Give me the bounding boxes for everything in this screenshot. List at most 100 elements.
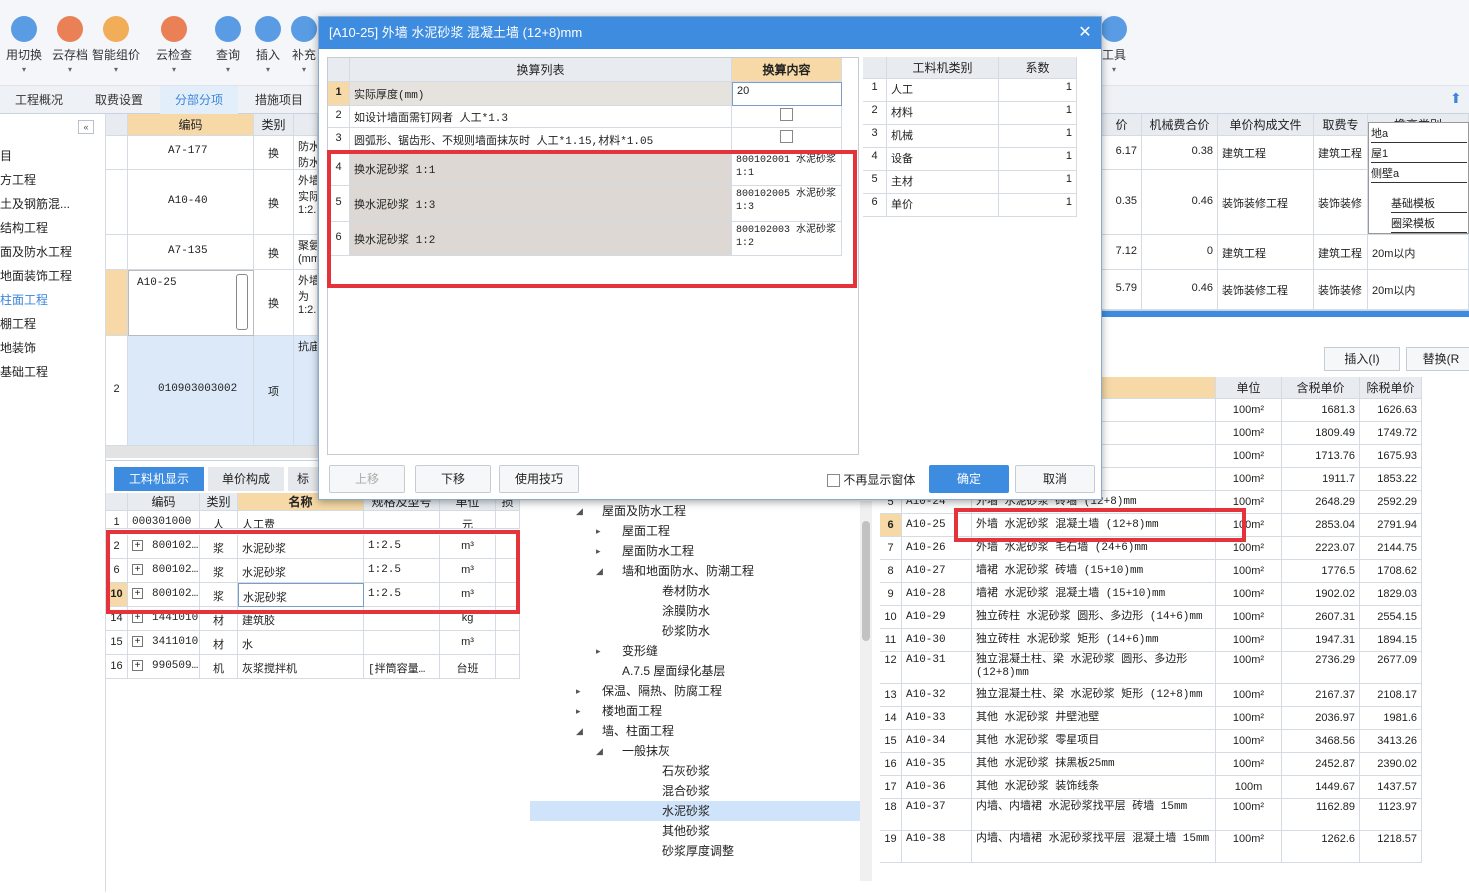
tree-node[interactable]: A.7.5 屋面绿化基层 (530, 661, 860, 681)
quota-cell-name[interactable]: 墙裙 水泥砂浆 砖墙 (15+10)mm (972, 560, 1216, 583)
quota-cell-name[interactable]: 独立混凝土柱、梁 水泥砂浆 圆形、多边形 (12+8)mm (972, 652, 1216, 684)
quota-cell-name[interactable]: 独立砖柱 水泥砂浆 圆形、多边形 (14+6)mm (972, 606, 1216, 629)
tab-measures[interactable]: 措施项目 (240, 86, 318, 114)
tree-expand-icon[interactable]: ▸ (576, 681, 581, 701)
row-code[interactable]: A7-135 (128, 235, 254, 270)
horizontal-scrollbar[interactable] (106, 446, 318, 458)
tree-expand-icon[interactable]: ▸ (596, 641, 601, 661)
sidebar-item[interactable]: 面及防水工程 (0, 240, 72, 264)
coef-value[interactable]: 1 (999, 102, 1077, 125)
toolbar-cloud-check-button[interactable]: 云检查 ▾ (150, 16, 198, 84)
tree-expand-icon[interactable]: ▸ (596, 521, 601, 541)
ok-button[interactable]: 确定 (929, 465, 1009, 493)
tree-node[interactable]: 混合砂浆 (530, 781, 860, 801)
dropdown-option[interactable]: 基础模板 (1391, 195, 1467, 213)
row-code[interactable]: A10-40 (128, 170, 254, 235)
tree-node[interactable]: 涂膜防水 (530, 601, 860, 621)
sidebar-item[interactable]: 目 (0, 144, 12, 168)
maximize-icon[interactable] (1460, 319, 1468, 327)
tree-node[interactable]: 石灰砂浆 (530, 761, 860, 781)
tree-node[interactable]: 水泥砂浆 (530, 801, 860, 821)
quota-cell-name[interactable]: 墙裙 水泥砂浆 混凝土墙 (15+10)mm (972, 583, 1216, 606)
tree-node[interactable]: ◢ 墙和地面防水、防潮工程 (530, 561, 860, 581)
sidebar-item[interactable]: 地面装饰工程 (0, 264, 72, 288)
dropdown-option[interactable]: 地a (1371, 125, 1467, 143)
tree-node[interactable]: ◢ 屋面及防水工程 (530, 501, 860, 521)
tab-materials-display[interactable]: 工料机显示 (114, 467, 204, 491)
coef-value[interactable]: 1 (999, 194, 1077, 217)
conversion-checkbox[interactable] (780, 108, 793, 121)
tree-expand-icon[interactable]: ▸ (576, 701, 581, 721)
tab-unit-price[interactable]: 单价构成 (208, 467, 284, 491)
insert-button[interactable]: 插入(I) (1324, 347, 1400, 371)
tab-standard[interactable]: 标 (288, 467, 318, 491)
ellipsis-button[interactable] (236, 274, 248, 330)
tree-node[interactable]: 其他砂浆 (530, 821, 860, 841)
tab-fee-settings[interactable]: 取费设置 (80, 86, 158, 114)
sidebar-item[interactable]: 土及钢筋混... (0, 192, 70, 216)
sidebar-item[interactable]: 方工程 (0, 168, 36, 192)
quota-cell-name[interactable]: 内墙、内墙裙 水泥砂浆找平层 混凝土墙 15mm (972, 831, 1216, 863)
sidebar-item[interactable]: 棚工程 (0, 312, 36, 336)
quota-cell-name[interactable]: 独立混凝土柱、梁 水泥砂浆 矩形 (12+8)mm (972, 684, 1216, 707)
no-show-checkbox[interactable] (827, 474, 840, 488)
coef-value[interactable]: 1 (999, 171, 1077, 194)
tree-node[interactable]: ▸ 屋面防水工程 (530, 541, 860, 561)
quota-cell-name[interactable]: 其他 水泥砂浆 装饰线条 (972, 776, 1216, 799)
height-dropdown[interactable]: 地a 屋1 侧壁a 基础模板圈梁模板 (1368, 122, 1469, 234)
replace-button[interactable]: 替换(R (1406, 347, 1469, 371)
dropdown-option[interactable]: 圈梁模板 (1391, 215, 1467, 233)
tree-expand-icon[interactable]: ◢ (576, 721, 583, 741)
tree-node[interactable]: 砂浆厚度调整 (530, 841, 860, 861)
toolbar-smart-price-button[interactable]: 智能组价 ▾ (92, 16, 140, 84)
tips-button[interactable]: 使用技巧 (499, 465, 579, 493)
expand-icon[interactable]: + (132, 636, 143, 647)
dropdown-option[interactable]: 侧壁a (1371, 165, 1467, 183)
conversion-checkbox-cell[interactable] (732, 106, 842, 128)
sidebar-item[interactable]: 结构工程 (0, 216, 48, 240)
tree-node[interactable]: 卷材防水 (530, 581, 860, 601)
quota-cell-name[interactable]: 内墙、内墙裙 水泥砂浆找平层 砖墙 15mm (972, 799, 1216, 831)
row-code[interactable]: 010903003002 (128, 336, 254, 446)
thickness-input[interactable]: 20 (732, 82, 842, 106)
tree-scrollbar-thumb[interactable] (862, 521, 870, 641)
materials-cell-name[interactable]: 人工费 (238, 511, 364, 529)
move-down-button[interactable]: 下移 (415, 465, 491, 493)
tab-project-overview[interactable]: 工程概况 (0, 86, 78, 114)
conversion-checkbox[interactable] (780, 130, 793, 143)
quota-cell-name[interactable]: 独立砖柱 水泥砂浆 矩形 (14+6)mm (972, 629, 1216, 652)
cancel-button[interactable]: 取消 (1015, 465, 1095, 493)
tab-sections[interactable]: 分部分项 (160, 86, 238, 114)
sidebar-item[interactable]: 地装饰 (0, 336, 36, 360)
quota-cell-name[interactable]: 其他 水泥砂浆 井壁池壁 (972, 707, 1216, 730)
sidebar-item[interactable]: 基础工程 (0, 360, 48, 384)
tree-expand-icon[interactable]: ◢ (596, 741, 603, 761)
quota-cell-name[interactable]: 其他 水泥砂浆 抹黑板25mm (972, 753, 1216, 776)
tree-node[interactable]: ▸ 保温、隔热、防腐工程 (530, 681, 860, 701)
sidebar-item[interactable]: 柱面工程 (0, 288, 48, 312)
tree-node[interactable]: ◢ 一般抹灰 (530, 741, 860, 761)
tree-expand-icon[interactable]: ▸ (596, 541, 601, 561)
toolbar-cloud-save-button[interactable]: 云存档 ▾ (46, 16, 94, 84)
toolbar-switch-button[interactable]: 用切换 ▾ (0, 16, 48, 84)
tree-expand-icon[interactable]: ◢ (576, 501, 583, 521)
scroll-up-icon[interactable]: ⬆ (1450, 90, 1462, 107)
collapse-icon[interactable]: « (78, 120, 94, 134)
tree-node[interactable]: 砂浆防水 (530, 621, 860, 641)
close-icon[interactable]: ✕ (1075, 17, 1095, 49)
row-code[interactable]: A7-177 (128, 136, 254, 170)
tree-node[interactable]: ▸ 楼地面工程 (530, 701, 860, 721)
coef-value[interactable]: 1 (999, 79, 1077, 102)
dropdown-option[interactable]: 屋1 (1371, 145, 1467, 163)
expand-icon[interactable]: + (132, 660, 143, 671)
coef-value[interactable]: 1 (999, 148, 1077, 171)
tree-node[interactable]: ▸ 屋面工程 (530, 521, 860, 541)
materials-cell-name[interactable]: 水 (238, 631, 364, 655)
coef-value[interactable]: 1 (999, 125, 1077, 148)
conversion-checkbox-cell[interactable] (732, 128, 842, 152)
tree-expand-icon[interactable]: ◢ (596, 561, 603, 581)
tree-node[interactable]: ▸ 变形缝 (530, 641, 860, 661)
tree-scrollbar[interactable] (860, 501, 872, 881)
quota-cell-name[interactable]: 其他 水泥砂浆 零星项目 (972, 730, 1216, 753)
tree-node[interactable]: ◢ 墙、柱面工程 (530, 721, 860, 741)
